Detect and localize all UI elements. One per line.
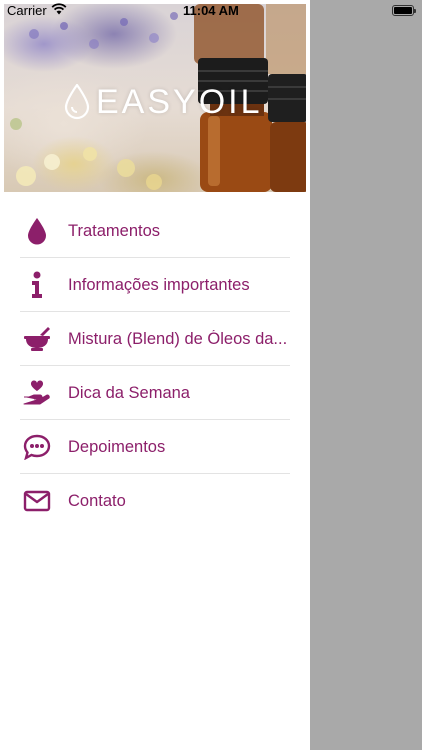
- menu-item-label: Dica da Semana: [68, 383, 190, 402]
- app-screen: EASYOIL Tratamentos Informações importan…: [0, 0, 422, 750]
- drop-logo-icon: [64, 84, 90, 120]
- wifi-icon: [51, 3, 67, 15]
- menu-item-label: Depoimentos: [68, 437, 166, 456]
- menu-item-tratamentos[interactable]: Tratamentos: [0, 204, 310, 258]
- drawer-menu: Tratamentos Informações importantes Mist…: [0, 204, 310, 528]
- menu-item-contato[interactable]: Contato: [0, 474, 310, 528]
- side-drawer: EASYOIL Tratamentos Informações importan…: [0, 0, 310, 750]
- drop-icon: [21, 215, 53, 247]
- carrier-label: Carrier: [7, 3, 47, 18]
- menu-item-label: Mistura (Blend) de Óleos da...: [68, 329, 288, 348]
- app-logo: EASYOIL: [64, 82, 263, 122]
- header-image: EASYOIL: [4, 4, 306, 192]
- clock: 11:04 AM: [183, 3, 239, 18]
- menu-item-label: Contato: [68, 491, 126, 510]
- battery-icon: [392, 5, 416, 16]
- menu-item-label: Informações importantes: [68, 275, 250, 294]
- drawer-overlay[interactable]: [310, 0, 422, 750]
- info-icon: [21, 269, 53, 301]
- chat-bubble-icon: [21, 431, 53, 463]
- menu-item-informacoes[interactable]: Informações importantes: [0, 258, 310, 312]
- mortar-pestle-icon: [21, 323, 53, 355]
- menu-item-depoimentos[interactable]: Depoimentos: [0, 420, 310, 474]
- status-bar: Carrier 11:04 AM: [0, 0, 422, 22]
- envelope-icon: [21, 485, 53, 517]
- hand-heart-icon: [21, 377, 53, 409]
- logo-text: EASYOIL: [96, 82, 263, 121]
- menu-item-dica-da-semana[interactable]: Dica da Semana: [0, 366, 310, 420]
- menu-item-mistura[interactable]: Mistura (Blend) de Óleos da...: [0, 312, 310, 366]
- menu-item-label: Tratamentos: [68, 221, 161, 240]
